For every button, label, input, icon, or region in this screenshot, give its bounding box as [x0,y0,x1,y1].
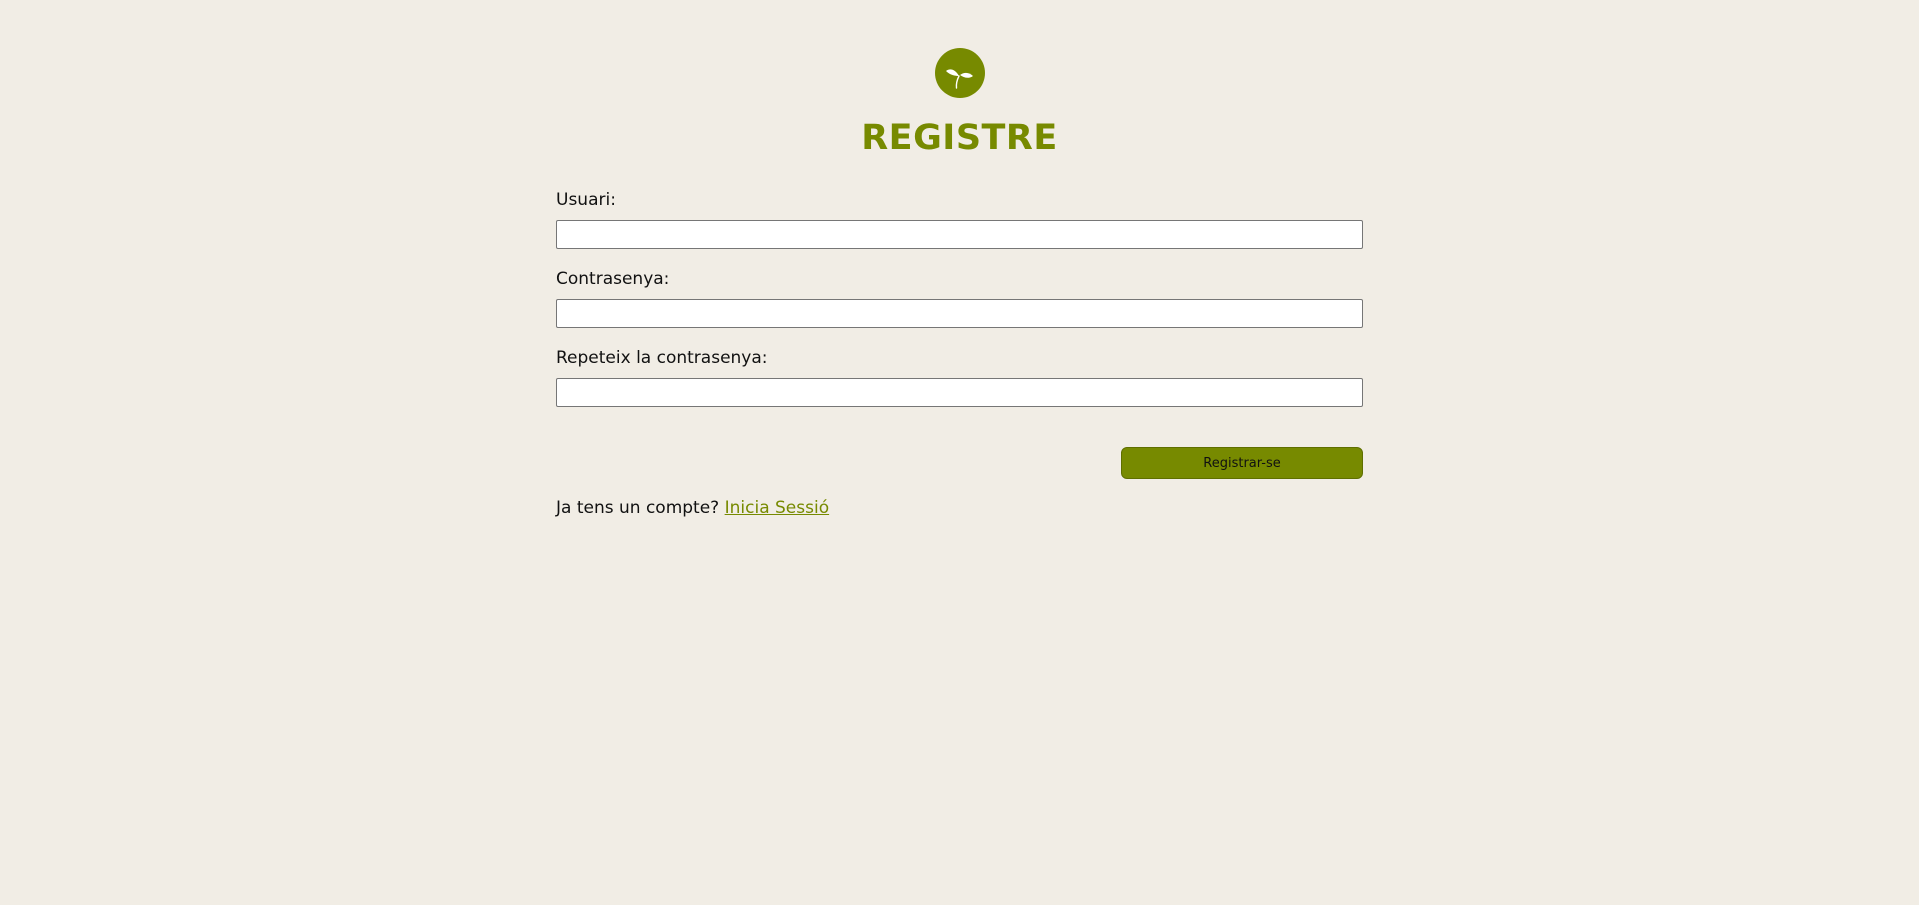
login-question: Ja tens un compte? [556,498,720,518]
username-label: Usuari: [556,190,616,210]
register-button[interactable]: Registrar-se [1121,447,1363,479]
logo [935,48,985,98]
repeat-password-input[interactable] [556,378,1363,407]
password-label: Contrasenya: [556,269,670,289]
page-title: REGISTRE [861,118,1058,158]
login-prompt: Ja tens un compte? Inicia Sessió [556,498,829,518]
login-link[interactable]: Inicia Sessió [725,498,830,518]
repeat-password-label: Repeteix la contrasenya: [556,348,768,368]
password-input[interactable] [556,299,1363,328]
sprout-icon [935,48,985,98]
username-input[interactable] [556,220,1363,249]
